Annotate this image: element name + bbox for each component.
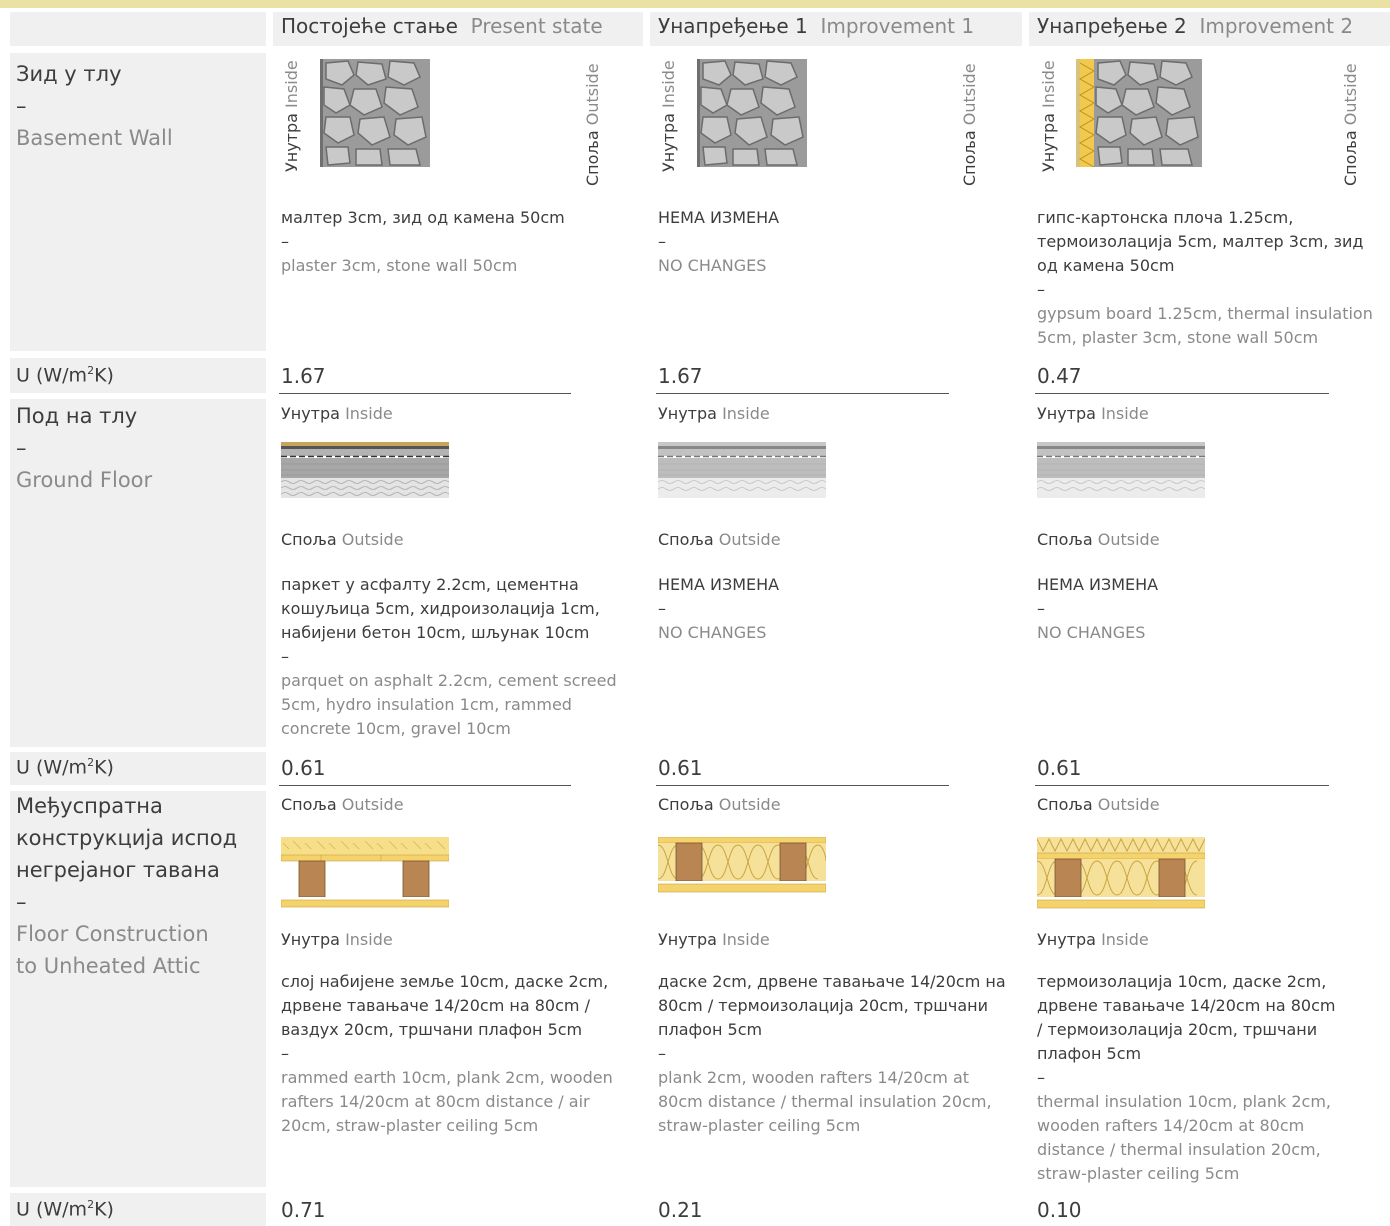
u-underline xyxy=(279,785,571,786)
u-underline xyxy=(656,785,949,786)
inside-label: Унутра Inside xyxy=(1037,404,1149,423)
row-title-basement-wall: Зид у тлу – Basement Wall xyxy=(16,62,173,150)
u-value-ground-present: 0.61 xyxy=(281,756,326,780)
u-value-basement-impr1: 1.67 xyxy=(658,364,703,388)
inside-label: Унутра Inside xyxy=(1037,930,1149,949)
stone-wall-illustration-present xyxy=(320,59,430,167)
column-header-present: Постојеће стање Present state xyxy=(281,14,603,38)
ground-floor-illustration-present xyxy=(281,442,449,498)
outside-vertical-label: Споља Outside xyxy=(960,63,979,186)
u-value-attic-present: 0.71 xyxy=(281,1198,326,1222)
u-value-basement-present: 1.67 xyxy=(281,364,326,388)
outside-label: Споља Outside xyxy=(1037,795,1160,814)
description-ground-impr1: НЕМА ИЗМЕНА – NO CHANGES xyxy=(658,575,780,642)
attic-floor-illustration-impr1 xyxy=(658,837,826,893)
inside-label: Унутра Inside xyxy=(658,930,770,949)
header-empty-cell xyxy=(10,12,266,46)
stone-wall-insulated-illustration-impr2 xyxy=(1076,59,1202,167)
description-basement-present: малтер 3cm, зид од камена 50cm – plaster 3… xyxy=(281,208,565,275)
u-underline xyxy=(1035,393,1329,394)
stone-wall-illustration-impr1 xyxy=(697,59,807,167)
inside-label: Унутра Inside xyxy=(281,930,393,949)
description-basement-impr1: НЕМА ИЗМЕНА – NO CHANGES xyxy=(658,208,780,275)
ground-floor-illustration-impr1 xyxy=(658,442,826,498)
outside-label: Споља Outside xyxy=(281,530,404,549)
inside-label: Унутра Inside xyxy=(281,404,393,423)
u-value-ground-impr1: 0.61 xyxy=(658,756,703,780)
description-basement-impr2: гипс-картонска плоча 1.25cm, термоизолац… xyxy=(1037,208,1373,347)
attic-floor-illustration-present xyxy=(281,837,449,908)
description-ground-present: паркет у асфалту 2.2cm, цементна кошуљиц… xyxy=(281,575,617,738)
outside-label: Споља Outside xyxy=(1037,530,1160,549)
u-value-attic-impr2: 0.10 xyxy=(1037,1198,1082,1222)
ground-floor-illustration-impr2 xyxy=(1037,442,1205,498)
attic-floor-illustration-impr2 xyxy=(1037,837,1205,909)
u-value-attic-impr1: 0.21 xyxy=(658,1198,703,1222)
inside-vertical-label: Унутра Inside xyxy=(659,60,678,172)
outside-vertical-label: Споља Outside xyxy=(583,63,602,186)
inside-vertical-label: Унутра Inside xyxy=(1039,60,1058,172)
u-value-label: U (W/m2K) xyxy=(16,364,114,387)
u-underline xyxy=(656,393,949,394)
inside-vertical-label: Унутра Inside xyxy=(282,60,301,172)
outside-label: Споља Outside xyxy=(281,795,404,814)
u-underline xyxy=(279,393,571,394)
u-value-label: U (W/m2K) xyxy=(16,1198,114,1221)
row-title-ground-floor: Под на тлу – Ground Floor xyxy=(16,404,153,492)
description-ground-impr2: НЕМА ИЗМЕНА – NO CHANGES xyxy=(1037,575,1159,642)
u-value-ground-impr2: 0.61 xyxy=(1037,756,1082,780)
u-underline xyxy=(1035,785,1329,786)
description-attic-present: слој набијене земље 10cm, даске 2cm, дрв… xyxy=(281,972,613,1135)
outside-label: Споља Outside xyxy=(658,530,781,549)
u-value-label: U (W/m2K) xyxy=(16,756,114,779)
top-band xyxy=(0,0,1390,8)
outside-vertical-label: Споља Outside xyxy=(1341,63,1360,186)
description-attic-impr2: термоизолација 10cm, даске 2cm, дрвене т… xyxy=(1037,972,1336,1183)
column-header-improvement-2: Унапређење 2 Improvement 2 xyxy=(1037,14,1354,38)
row-title-attic-floor: Међуспратна конструкција испод негрејано… xyxy=(16,794,238,978)
column-header-improvement-1: Унапређење 1 Improvement 1 xyxy=(658,14,975,38)
u-value-basement-impr2: 0.47 xyxy=(1037,364,1082,388)
description-attic-impr1: даске 2cm, дрвене тавањаче 14/20cm на 80… xyxy=(658,972,1006,1135)
outside-label: Споља Outside xyxy=(658,795,781,814)
inside-label: Унутра Inside xyxy=(658,404,770,423)
